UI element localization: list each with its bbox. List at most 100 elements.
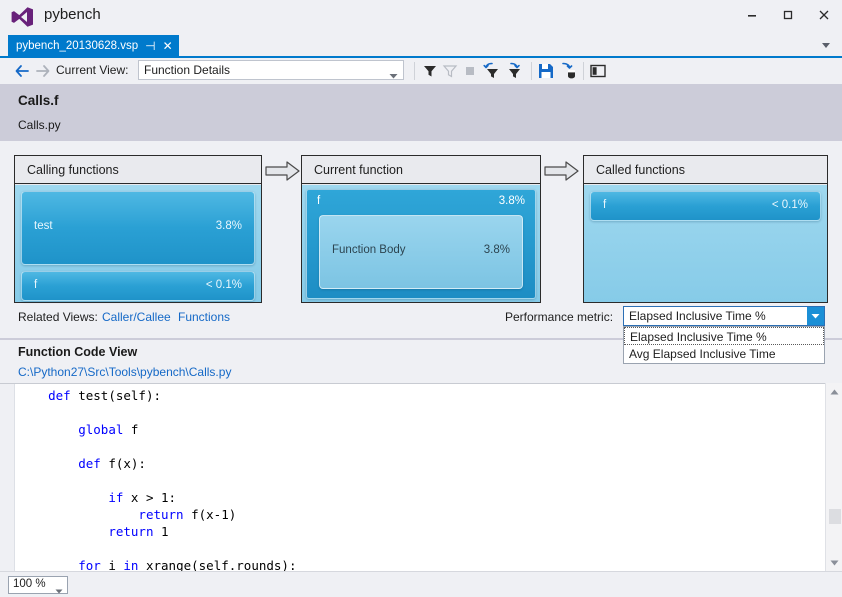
panel-title-calling-functions: Calling functions	[15, 156, 261, 184]
title-bar: pybench	[0, 0, 842, 35]
current-view-value: Function Details	[144, 63, 231, 77]
pin-icon[interactable]: ⊣	[145, 40, 155, 52]
code-view-path[interactable]: C:\Python27\Src\Tools\pybench\Calls.py	[18, 365, 231, 379]
performance-metric-combobox[interactable]: Elapsed Inclusive Time %	[623, 306, 825, 326]
bar-value: 3.8%	[483, 244, 510, 256]
code-line: def f(x):	[18, 455, 296, 472]
close-icon[interactable]: ✕	[163, 40, 173, 52]
related-view-link-caller-callee[interactable]: Caller/Callee	[102, 310, 171, 324]
filter-icon[interactable]	[421, 62, 439, 80]
scroll-up-icon[interactable]	[826, 383, 842, 400]
panel-title-called-functions: Called functions	[584, 156, 827, 184]
bar-current-f[interactable]: f 3.8% Function Body 3.8%	[306, 189, 536, 299]
bar-calling-f[interactable]: f < 0.1%	[21, 271, 255, 301]
code-token: f(x-1)	[183, 507, 237, 522]
bar-label: Function Body	[332, 244, 406, 256]
zoom-level-combobox[interactable]: 100 %	[8, 576, 68, 594]
profiler-window: pybench pybench_20130628.vsp ⊣ ✕ Current…	[0, 0, 842, 597]
redo-filter-icon[interactable]	[505, 62, 523, 80]
save-icon[interactable]	[537, 62, 555, 80]
status-bar: 100 %	[0, 571, 842, 597]
toolbar-separator	[583, 62, 584, 80]
code-token: x >	[123, 490, 162, 505]
code-token: global	[78, 422, 124, 437]
arrow-left-icon[interactable]	[14, 63, 30, 79]
bar-label: f	[34, 279, 38, 291]
clear-filter-icon	[441, 62, 459, 80]
bar-label: test	[34, 220, 53, 232]
bar-called-f[interactable]: f < 0.1%	[590, 191, 821, 221]
code-token: 1	[153, 524, 169, 539]
code-token: return	[108, 524, 154, 539]
related-view-link-functions[interactable]: Functions	[178, 310, 230, 324]
window-controls	[734, 0, 842, 35]
current-view-combobox[interactable]: Function Details	[138, 60, 404, 80]
code-token: :	[168, 490, 177, 505]
code-editor[interactable]: def test(self): global f def f(x): if x …	[0, 383, 842, 571]
page-title: Calls.f	[18, 93, 59, 108]
scroll-down-icon[interactable]	[826, 554, 842, 571]
bar-value: 3.8%	[498, 195, 525, 207]
visual-studio-logo-icon	[10, 6, 34, 28]
performance-metric-option-avg-elapsed-inclusive[interactable]: Avg Elapsed Inclusive Time	[624, 345, 824, 363]
bar-value: 3.8%	[215, 220, 242, 232]
code-token: if	[108, 490, 124, 505]
code-token: i	[100, 558, 124, 571]
arrow-right-3d-icon	[544, 159, 580, 183]
export-report-icon[interactable]	[559, 62, 577, 80]
related-views-label: Related Views:	[18, 310, 98, 324]
panel-body-current-function: f 3.8% Function Body 3.8%	[302, 185, 540, 302]
chevron-down-icon[interactable]	[389, 68, 398, 82]
zoom-level-value: 100 %	[13, 578, 46, 590]
code-token: def	[48, 388, 71, 403]
performance-metric-value: Elapsed Inclusive Time %	[629, 309, 766, 323]
stop-filter-icon	[461, 62, 479, 80]
code-token: xrange(self.rounds):	[138, 558, 297, 571]
code-line: return 1	[18, 523, 296, 540]
close-button[interactable]	[806, 0, 842, 30]
bar-function-body[interactable]: Function Body 3.8%	[319, 215, 523, 289]
code-view-title: Function Code View	[18, 345, 138, 359]
scrollbar-thumb[interactable]	[829, 509, 841, 524]
bar-calling-test[interactable]: test 3.8%	[21, 191, 255, 265]
code-token: def	[78, 456, 101, 471]
code-line: global f	[18, 421, 296, 438]
code-token: test(self):	[70, 388, 161, 403]
performance-metric-option-elapsed-inclusive-pct[interactable]: Elapsed Inclusive Time %	[624, 327, 824, 345]
code-text: def test(self): global f def f(x): if x …	[18, 387, 296, 571]
code-token: f	[123, 422, 139, 437]
panel-body-called-functions: f < 0.1%	[584, 185, 827, 302]
toolbar-separator	[414, 62, 415, 80]
arrow-right-3d-icon	[265, 159, 301, 183]
chevron-down-icon[interactable]	[55, 583, 63, 597]
split-view-icon[interactable]	[589, 62, 607, 80]
performance-metric-dropdown-list[interactable]: Elapsed Inclusive Time % Avg Elapsed Inc…	[623, 326, 825, 364]
document-tab-pybench[interactable]: pybench_20130628.vsp ⊣ ✕	[8, 35, 179, 57]
code-vertical-scrollbar[interactable]	[825, 383, 842, 571]
chevron-down-icon[interactable]	[820, 39, 832, 51]
code-token: in	[123, 558, 139, 571]
panel-called-functions: Called functions f < 0.1%	[583, 155, 828, 303]
function-header: Calls.f Calls.py	[0, 84, 842, 141]
code-token: return	[138, 507, 184, 522]
undo-filter-icon[interactable]	[483, 62, 501, 80]
window-title: pybench	[44, 6, 101, 23]
code-line: return f(x-1)	[18, 506, 296, 523]
bar-value: < 0.1%	[205, 279, 242, 291]
chevron-down-icon[interactable]	[807, 307, 824, 325]
code-line: if x > 1:	[18, 489, 296, 506]
arrow-right-icon	[35, 63, 51, 79]
maximize-button[interactable]	[770, 0, 806, 30]
bar-label: f	[317, 195, 321, 207]
code-line: def test(self):	[18, 387, 296, 404]
minimize-button[interactable]	[734, 0, 770, 30]
panel-calling-functions: Calling functions test 3.8% f < 0.1%	[14, 155, 262, 303]
